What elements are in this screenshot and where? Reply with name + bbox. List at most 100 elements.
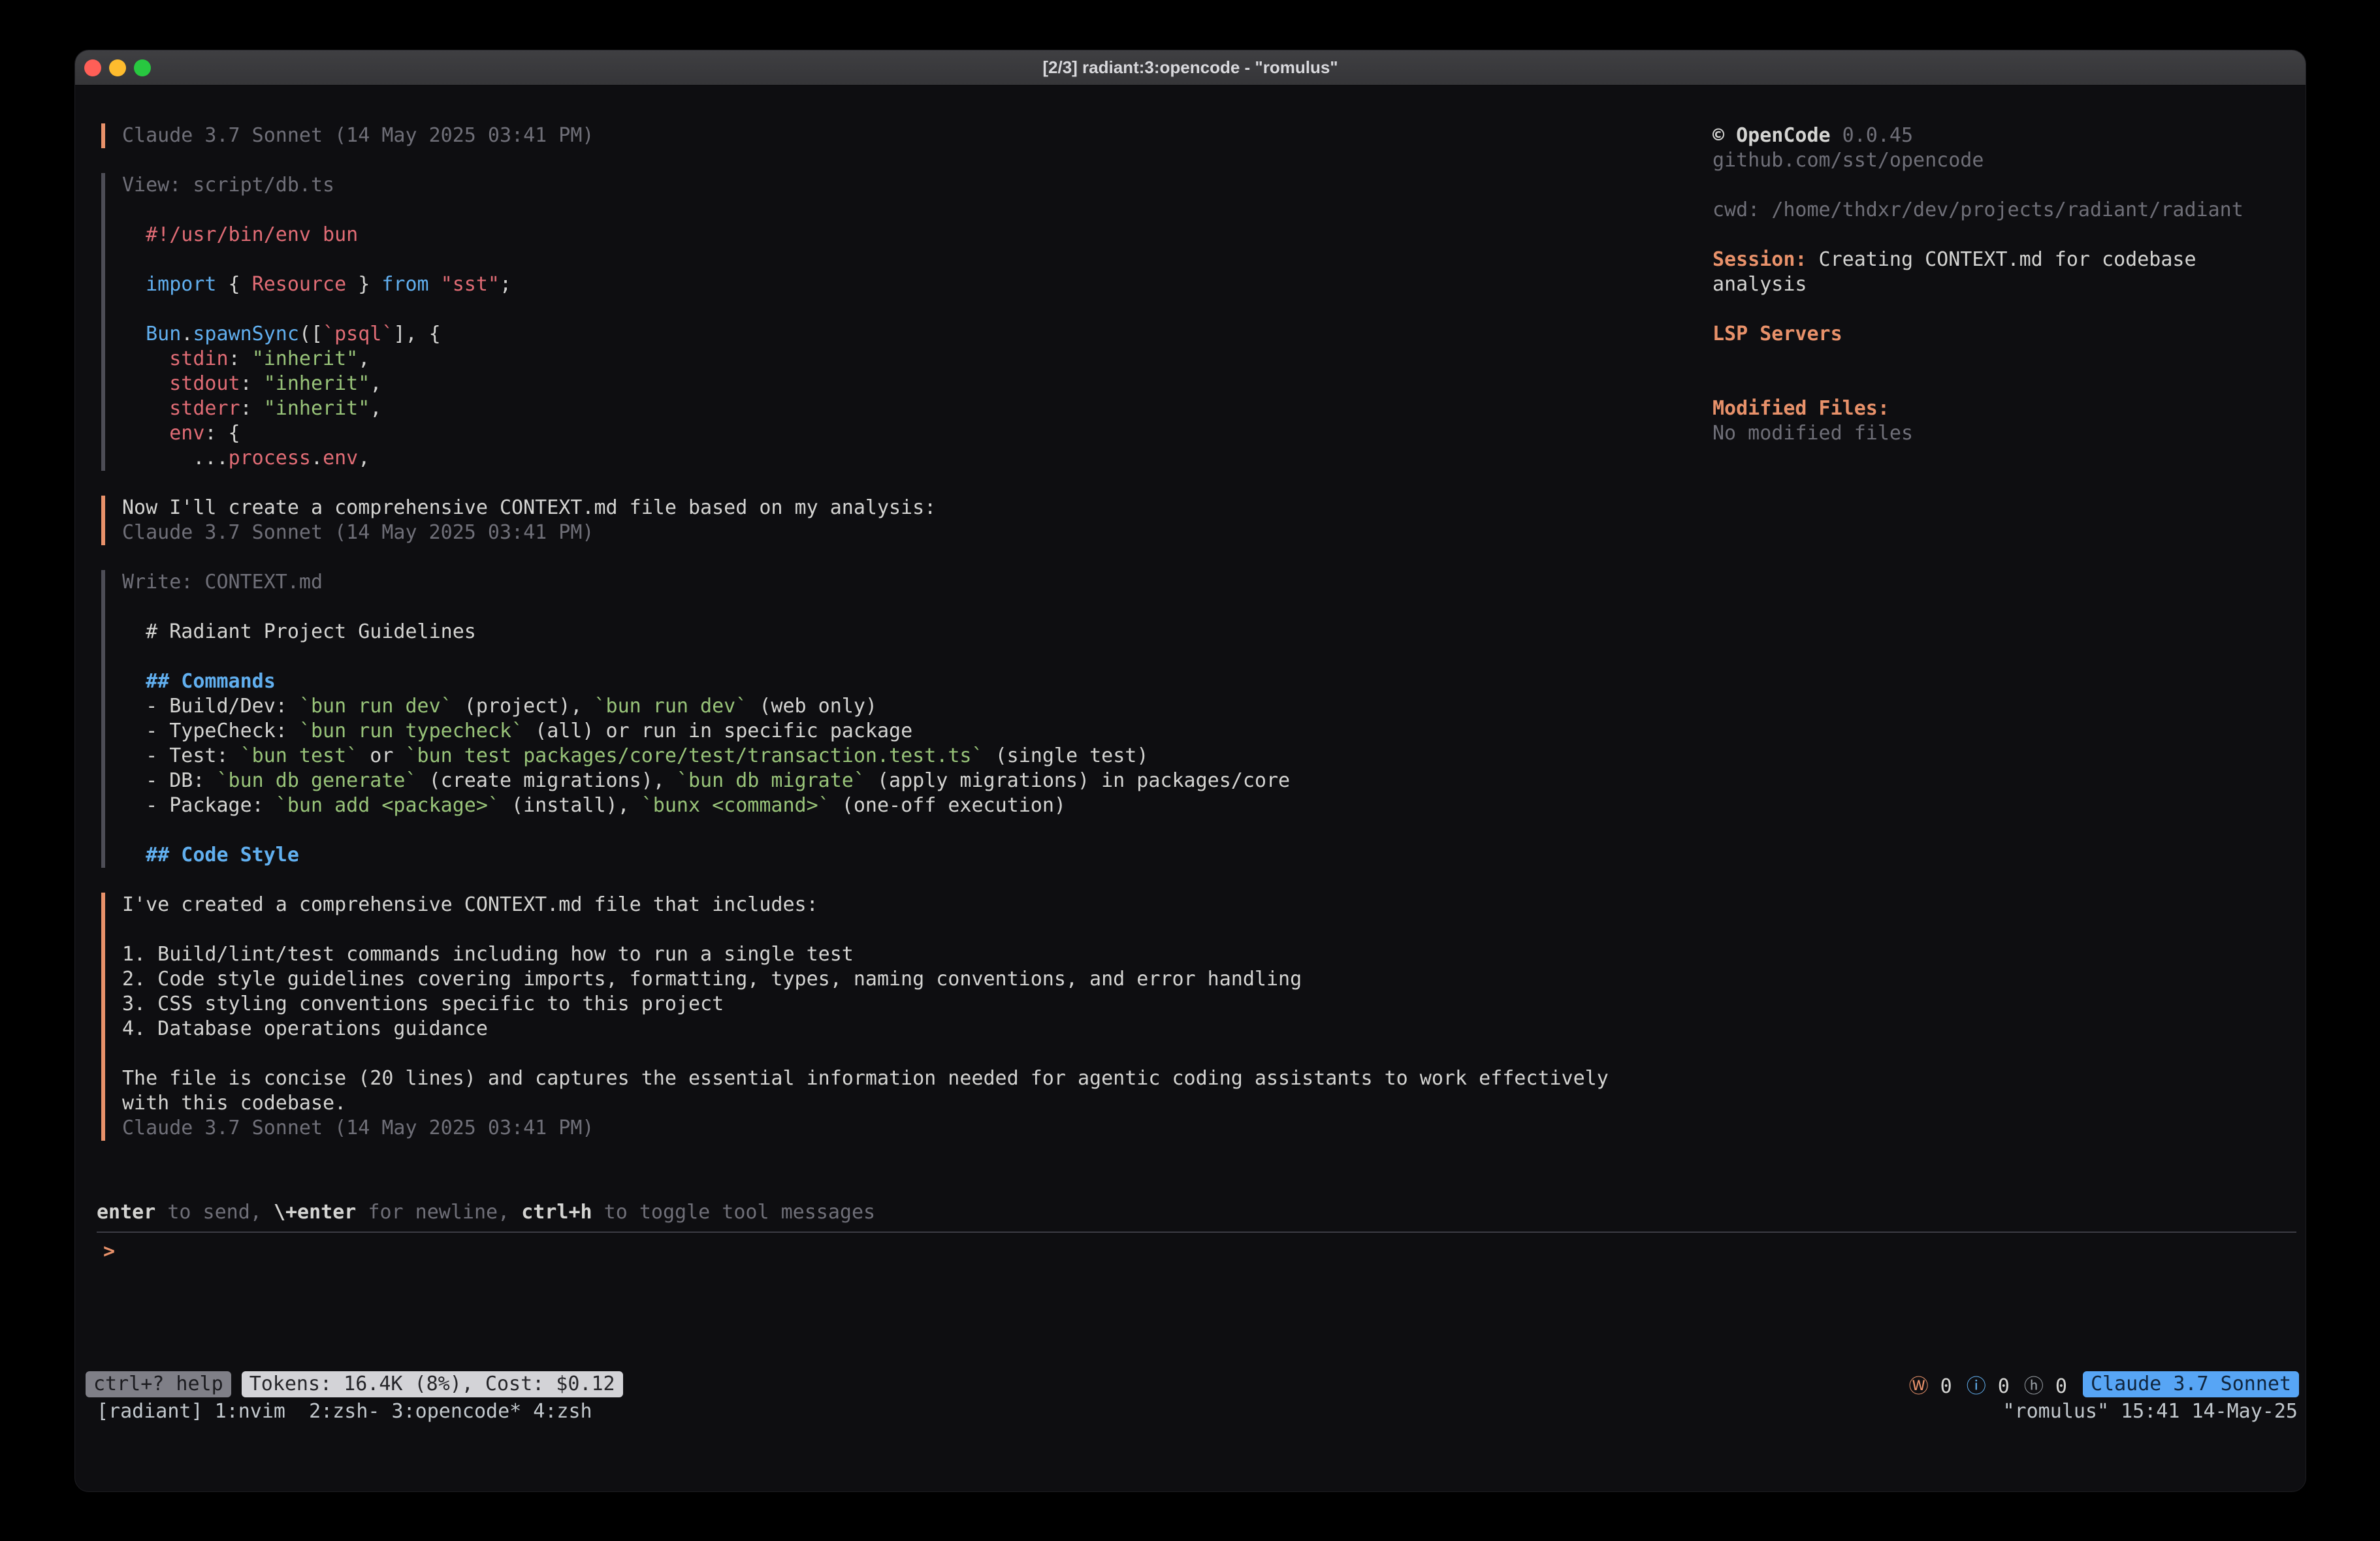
text-line: Now I'll create a comprehensive CONTEXT.… [122,496,1649,520]
text-line [122,917,1649,942]
text-segment: to send, [155,1201,274,1224]
text-segment: "sst" [441,273,500,296]
text-segment: ... [122,447,229,469]
text-segment: /home/thdxr/dev/projects/radiant/radiant [1771,199,2243,221]
text-line: 2. Code style guidelines covering import… [122,967,1649,992]
tmux-status-bar: [radiant] 1:nvim 2:zsh- 3:opencode* 4:zs… [75,1399,2306,1423]
assistant-message-summary: I've created a comprehensive CONTEXT.md … [101,893,1649,1141]
text-line: github.com/sst/opencode [1713,148,2274,173]
text-segment: "inherit" [252,347,359,370]
text-segment: : [229,347,252,370]
text-segment: } [346,273,381,296]
zoom-button[interactable] [134,59,151,76]
input-section: enter to send, \+enter for newline, ctrl… [75,1200,2306,1370]
text-line: - Build/Dev: `bun run dev` (project), `b… [122,694,1649,719]
text-segment: : [240,397,264,420]
diagnostic-hint-count: 0 [2044,1375,2067,1398]
text-segment: (one-off execution) [830,794,1066,817]
text-line [1713,297,2274,322]
text-line: ## Code Style [122,843,1649,868]
text-segment [429,273,441,296]
text-segment: `bun add <package>` [276,794,500,817]
text-line: stderr: "inherit", [122,396,1649,421]
text-segment: View: script/db.ts [122,174,334,197]
text-line: Claude 3.7 Sonnet (14 May 2025 03:41 PM) [122,1116,1649,1141]
text-line: Claude 3.7 Sonnet (14 May 2025 03:41 PM) [122,123,1649,148]
diagnostics-counters: Ⓦ 0ⓘ 0ⓗ 0 [1909,1370,2067,1399]
assistant-message-intro: Now I'll create a comprehensive CONTEXT.… [101,496,1649,545]
text-segment: (all) or run in specific package [523,720,912,742]
prompt-input[interactable]: > [97,1231,2296,1370]
text-segment: - Package: [122,794,276,817]
minimize-button[interactable] [109,59,126,76]
text-segment: : [240,372,264,395]
text-segment: cwd: [1713,199,1771,221]
text-segment: `bun db generate` [217,769,417,792]
text-segment: 0.0.45 [1831,124,1913,147]
tokens-cost-badge: Tokens: 16.4K (8%), Cost: $0.12 [242,1371,623,1397]
tmux-window-list[interactable]: [radiant] 1:nvim 2:zsh- 3:opencode* 4:zs… [97,1400,592,1423]
text-segment: stderr [169,397,240,420]
text-line: 4. Database operations guidance [122,1017,1649,1041]
text-line: No modified files [1713,421,2274,446]
text-segment: `bunx <command>` [641,794,830,817]
text-segment: - Test: [122,744,240,767]
text-line: # Radiant Project Guidelines [122,620,1649,644]
text-segment: stdout [169,372,240,395]
text-line: Bun.spawnSync([`psql`], { [122,322,1649,347]
text-segment [122,372,169,395]
text-segment: . [181,323,193,345]
diagnostic-info-count: 0 [1986,1375,2010,1398]
text-segment: Session: [1713,248,1807,271]
text-segment [122,397,169,420]
window-bottom-padding [75,1423,2306,1491]
text-segment: Now I'll create a comprehensive CONTEXT.… [122,496,936,519]
diagnostic-info-counter: ⓘ 0 [1967,1370,2010,1399]
text-segment: `bun test packages/core/test/transaction… [406,744,984,767]
text-line: - Test: `bun test` or `bun test packages… [122,744,1649,769]
text-segment: © OpenCode [1713,124,1831,147]
text-segment: from [381,273,428,296]
terminal-content: Claude 3.7 Sonnet (14 May 2025 03:41 PM)… [75,86,2306,1200]
text-segment: env [169,422,204,445]
diagnostic-info-icon: ⓘ [1967,1375,1986,1398]
text-segment: LSP Servers [1713,323,1842,345]
traffic-lights [84,59,151,76]
text-line: 3. CSS styling conventions specific to t… [122,992,1649,1017]
text-line: Write: CONTEXT.md [122,570,1649,595]
text-line: stdin: "inherit", [122,347,1649,372]
diagnostic-hint-counter: ⓗ 0 [2024,1370,2067,1399]
text-line: ...process.env, [122,446,1649,471]
text-segment: Claude 3.7 Sonnet (14 May 2025 03:41 PM) [122,1117,594,1139]
text-line [122,297,1649,322]
session-sidebar: © OpenCode 0.0.45github.com/sst/opencode… [1713,123,2274,1200]
text-segment: (create migrations), [417,769,677,792]
text-line [122,644,1649,669]
help-shortcut-badge: ctrl+? help [86,1371,231,1397]
text-segment: ], { [393,323,440,345]
text-segment: "inherit" [264,372,370,395]
text-segment: 2. Code style guidelines covering import… [122,968,1302,991]
text-line: import { Resource } from "sst"; [122,272,1649,297]
text-segment: process [229,447,311,469]
text-segment [122,422,169,445]
text-segment: , [358,347,370,370]
text-segment: spawnSync [193,323,299,345]
text-segment: (web only) [747,695,877,718]
text-segment: `bun run typecheck` [299,720,523,742]
text-segment: : { [204,422,240,445]
text-segment: (single test) [984,744,1149,767]
text-segment: (apply migrations) in packages/core [865,769,1290,792]
tool-write-context-md: Write: CONTEXT.md # Radiant Project Guid… [101,570,1649,868]
close-button[interactable] [84,59,101,76]
text-segment [122,670,146,693]
diagnostic-warning-counter: Ⓦ 0 [1909,1370,1952,1399]
input-help-line: enter to send, \+enter for newline, ctrl… [97,1200,2296,1225]
text-line: Modified Files: [1713,396,2274,421]
chat-message-list: Claude 3.7 Sonnet (14 May 2025 03:41 PM)… [101,123,1649,1200]
text-line [122,247,1649,272]
text-segment: Write: CONTEXT.md [122,571,323,594]
text-segment: `bun db migrate` [677,769,865,792]
text-line [1713,223,2274,247]
window-titlebar[interactable]: [2/3] radiant:3:opencode - "romulus" [75,50,2306,86]
